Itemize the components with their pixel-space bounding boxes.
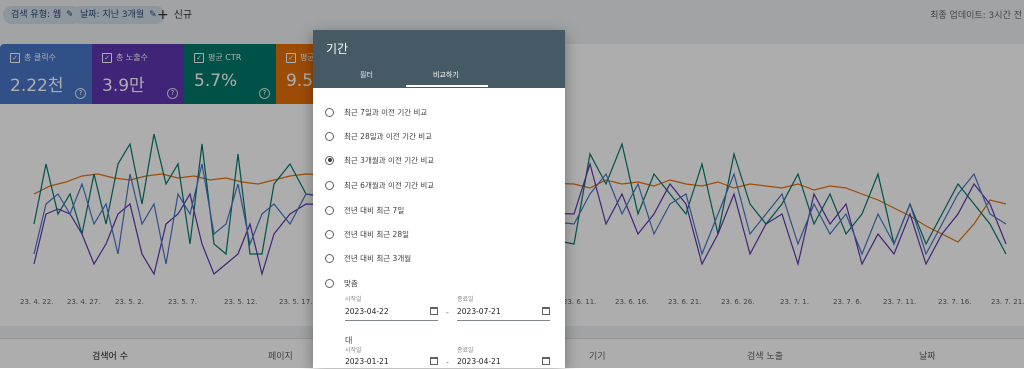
option-yoy-7-days[interactable]: 전년 대비 최근 7일 <box>325 203 404 217</box>
compare-start-date-value: 2023-01-21 <box>345 357 389 366</box>
radio-icon[interactable] <box>325 205 334 215</box>
compare-end-date-field[interactable]: 2023-04-21 <box>457 356 550 368</box>
end-date-label: 종료일 <box>457 296 474 303</box>
option-last-3-months-vs-previous[interactable]: 최근 3개월과 이전 기간 비교 <box>325 153 434 167</box>
option-last-6-months-vs-previous[interactable]: 최근 6개월과 이전 기간 비교 <box>325 178 434 192</box>
start-date-field[interactable]: 2023-04-22 <box>345 306 438 321</box>
radio-icon[interactable] <box>325 253 334 263</box>
option-custom[interactable]: 맞춤 <box>325 276 358 290</box>
option-last-7-days-vs-previous[interactable]: 최근 7일과 이전 기간 비교 <box>325 105 427 119</box>
active-tab-indicator <box>406 85 488 87</box>
range-dash: - <box>446 358 449 367</box>
start-date-value: 2023-04-22 <box>345 307 389 316</box>
calendar-icon[interactable] <box>430 307 438 315</box>
option-label: 최근 28일과 이전 기간 비교 <box>344 131 433 141</box>
option-yoy-28-days[interactable]: 전년 대비 최근 28일 <box>325 227 409 241</box>
compare-end-date-value: 2023-04-21 <box>457 357 501 366</box>
radio-icon[interactable] <box>325 107 334 117</box>
end-date-label: 종료일 <box>457 347 474 354</box>
tab-filter[interactable]: 필터 <box>360 70 373 80</box>
compare-start-date-field[interactable]: 2023-01-21 <box>345 356 438 368</box>
calendar-icon[interactable] <box>542 357 550 365</box>
start-date-label: 시작일 <box>345 296 362 303</box>
calendar-icon[interactable] <box>430 357 438 365</box>
option-label: 최근 6개월과 이전 기간 비교 <box>344 180 435 190</box>
tab-compare[interactable]: 비교하기 <box>433 70 459 80</box>
start-date-label: 시작일 <box>345 347 362 354</box>
option-label: 최근 3개월과 이전 기간 비교 <box>344 155 435 165</box>
calendar-icon[interactable] <box>542 307 550 315</box>
option-label: 맞춤 <box>344 278 358 288</box>
option-yoy-3-months[interactable]: 전년 대비 최근 3개월 <box>325 251 411 265</box>
end-date-value: 2023-07-21 <box>457 307 501 316</box>
option-label: 전년 대비 최근 28일 <box>344 229 409 239</box>
option-label: 전년 대비 최근 3개월 <box>344 253 412 263</box>
range-dash: - <box>446 308 449 317</box>
dialog-header: 기간 필터 비교하기 <box>313 30 565 88</box>
date-range-dialog: 기간 필터 비교하기 최근 7일과 이전 기간 비교 최근 28일과 이전 기간… <box>313 30 565 368</box>
end-date-field[interactable]: 2023-07-21 <box>457 306 550 321</box>
radio-icon[interactable] <box>325 131 334 141</box>
option-label: 전년 대비 최근 7일 <box>344 205 405 215</box>
dialog-title: 기간 <box>326 42 349 56</box>
radio-selected-icon[interactable] <box>325 155 334 165</box>
option-last-28-days-vs-previous[interactable]: 최근 28일과 이전 기간 비교 <box>325 129 432 143</box>
radio-icon[interactable] <box>325 180 334 190</box>
radio-icon[interactable] <box>325 278 334 288</box>
option-label: 최근 7일과 이전 기간 비교 <box>344 107 428 117</box>
radio-icon[interactable] <box>325 229 334 239</box>
